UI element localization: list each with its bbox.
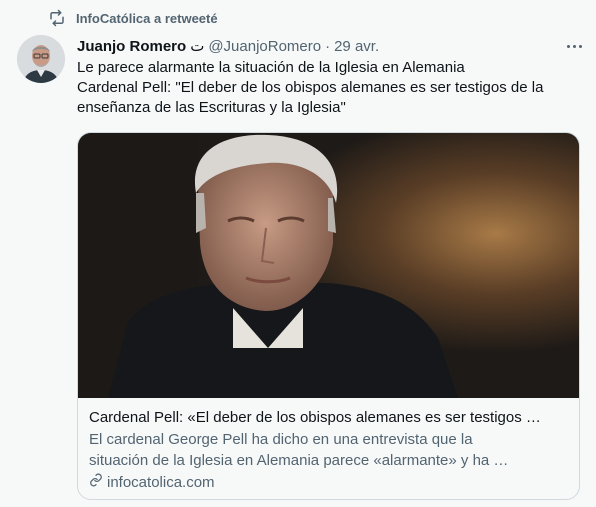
tweet-header: Juanjo Romero ت @JuanjoRomero · 29 avr. xyxy=(77,37,582,56)
card-domain-text[interactable]: infocatolica.com xyxy=(107,472,215,493)
tweet-text: Le parece alarmante la situación de la I… xyxy=(77,58,582,118)
card-description-line: situación de la Iglesia en Alemania pare… xyxy=(89,452,509,469)
author-name[interactable]: Juanjo Romero xyxy=(77,38,186,55)
article-photo[interactable] xyxy=(78,133,579,398)
card-domain[interactable]: infocatolica.com xyxy=(89,472,568,493)
card-description-line: El cardenal George Pell ha dicho en una … xyxy=(89,431,473,448)
separator-dot: · xyxy=(325,37,331,55)
tweet-text-line: Le parece alarmante la situación de la I… xyxy=(77,59,465,76)
retweet-label[interactable]: InfoCatólica a retweeté xyxy=(76,11,218,26)
tweet-text-line: enseñanza de las Escrituras y la Iglesia… xyxy=(77,99,346,116)
author-badge: ت xyxy=(190,38,205,55)
link-card[interactable]: Cardenal Pell: «El deber de los obispos … xyxy=(77,132,580,500)
link-icon xyxy=(89,472,103,493)
author-handle[interactable]: @JuanjoRomero xyxy=(208,38,321,55)
card-body[interactable]: Cardenal Pell: «El deber de los obispos … xyxy=(89,407,568,493)
tweet-text-line: Cardenal Pell: "El deber de los obispos … xyxy=(77,79,544,96)
card-description: El cardenal George Pell ha dicho en una … xyxy=(89,429,568,471)
tweet-date[interactable]: 29 avr. xyxy=(334,38,379,55)
card-title[interactable]: Cardenal Pell: «El deber de los obispos … xyxy=(89,407,568,428)
retweet-icon xyxy=(48,9,66,27)
more-horizontal-icon[interactable] xyxy=(567,38,582,54)
retweet-context: InfoCatólica a retweeté xyxy=(48,9,218,27)
avatar[interactable] xyxy=(17,35,65,83)
